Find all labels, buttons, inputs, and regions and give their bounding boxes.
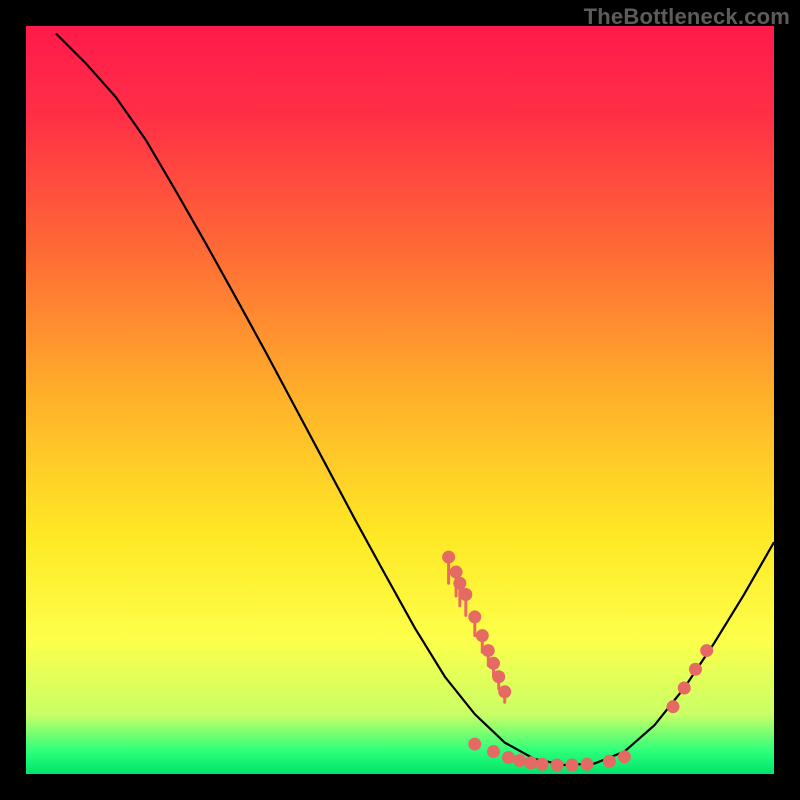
data-point: [450, 566, 463, 579]
data-point: [468, 610, 481, 623]
gradient-bg: [26, 26, 774, 774]
data-point: [487, 745, 500, 758]
data-point: [482, 644, 495, 657]
data-point: [566, 759, 579, 772]
watermark-text: TheBottleneck.com: [584, 4, 790, 30]
data-point: [487, 657, 500, 670]
data-point: [476, 629, 489, 642]
chart-svg: [26, 26, 774, 774]
data-point: [618, 750, 631, 763]
data-point: [459, 588, 472, 601]
data-point: [581, 758, 594, 771]
data-point: [603, 755, 616, 768]
data-point: [453, 577, 466, 590]
data-point: [513, 754, 526, 767]
data-point: [524, 756, 537, 769]
data-point: [442, 551, 455, 564]
chart-frame: [26, 26, 774, 774]
data-point: [667, 700, 680, 713]
data-point: [700, 644, 713, 657]
data-point: [492, 670, 505, 683]
data-point: [689, 663, 702, 676]
data-point: [502, 751, 515, 764]
data-point: [678, 681, 691, 694]
data-point: [551, 759, 564, 772]
data-point: [468, 738, 481, 751]
data-point: [536, 758, 549, 771]
data-point: [498, 685, 511, 698]
